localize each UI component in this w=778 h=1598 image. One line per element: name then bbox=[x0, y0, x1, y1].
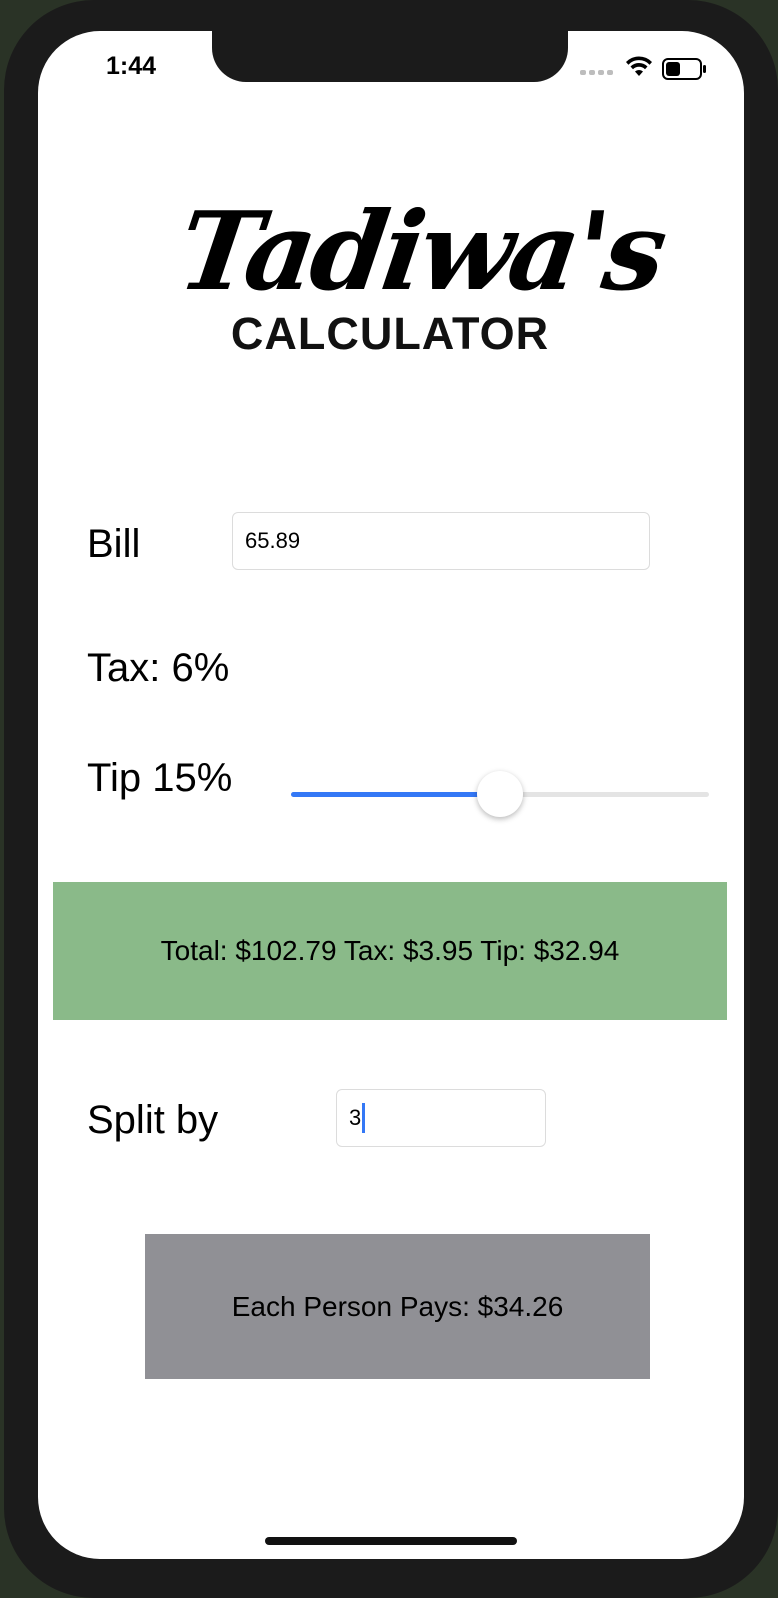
tip-label: Tip 15% bbox=[87, 756, 233, 800]
text-cursor bbox=[362, 1103, 366, 1133]
split-input[interactable]: 3 bbox=[336, 1089, 546, 1147]
totals-summary-box: Total: $102.79 Tax: $3.95 Tip: $32.94 bbox=[53, 882, 727, 1020]
bill-input[interactable]: 65.89 bbox=[232, 512, 650, 570]
wifi-icon bbox=[626, 56, 652, 76]
cellular-signal-icon bbox=[580, 70, 613, 75]
each-person-pays-text: Each Person Pays: $34.26 bbox=[231, 1290, 564, 1322]
bill-label: Bill bbox=[87, 522, 141, 566]
device-notch bbox=[212, 30, 568, 82]
tip-slider[interactable] bbox=[291, 770, 709, 820]
tip-slider-thumb[interactable] bbox=[477, 771, 523, 817]
each-person-pays-box: Each Person Pays: $34.26 bbox=[145, 1234, 650, 1379]
tax-label: Tax: 6% bbox=[87, 646, 230, 690]
split-label: Split by bbox=[87, 1098, 219, 1142]
totals-summary-text: Total: $102.79 Tax: $3.95 Tip: $32.94 bbox=[160, 935, 620, 966]
app-logo: Tadiwa's CALCULATOR bbox=[171, 189, 670, 360]
status-time: 1:44 bbox=[106, 52, 157, 80]
split-input-value: 3 bbox=[349, 1105, 362, 1130]
bill-input-value: 65.89 bbox=[245, 528, 301, 553]
logo-subtitle: CALCULATOR bbox=[230, 308, 550, 359]
home-indicator[interactable] bbox=[265, 1537, 517, 1545]
logo-script-title: Tadiwa's bbox=[171, 189, 671, 315]
battery-icon bbox=[662, 58, 706, 80]
tip-slider-fill bbox=[291, 792, 500, 797]
